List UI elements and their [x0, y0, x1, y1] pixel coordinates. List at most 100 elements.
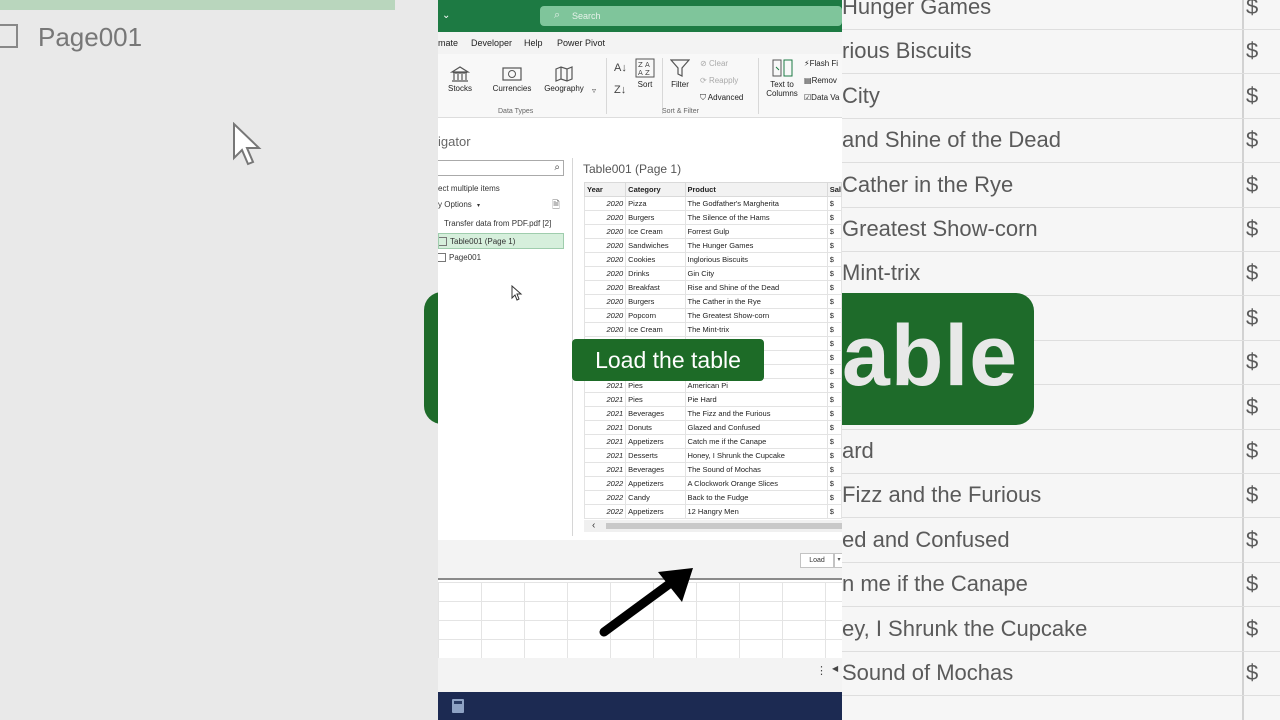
- table-row: 2022 Appetizers A Clockwork Orange Slices $: [583, 476, 842, 491]
- status-bar: ⋮ ◀: [438, 658, 842, 692]
- background-row: Mint-trix $: [842, 252, 1280, 297]
- tab-power-pivot[interactable]: Power Pivot: [557, 38, 605, 48]
- more-options-icon[interactable]: ⋮: [816, 664, 827, 677]
- table-cell-sales: $: [826, 252, 842, 267]
- table-cell-product: Rise and Shine of the Dead: [684, 280, 828, 295]
- filter-button[interactable]: Filter: [668, 58, 692, 89]
- reapply-button[interactable]: ⟳ Reapply: [700, 76, 738, 85]
- remove-duplicates-button[interactable]: ▤Remov: [804, 76, 837, 85]
- filter-label: Filter: [671, 80, 689, 89]
- table-cell-sales: $: [826, 350, 842, 365]
- table-cell-year: 2020: [583, 196, 627, 211]
- select-multiple-checkbox[interactable]: ect multiple items: [438, 184, 500, 193]
- calculator-icon[interactable]: [452, 699, 464, 713]
- advanced-button[interactable]: ⛉ Advanced: [700, 93, 743, 103]
- data-validation-label: Data Va: [811, 93, 840, 102]
- table-cell-product: Forrest Gulp: [684, 224, 828, 239]
- nav-item-label: Transfer data from PDF.pdf [2]: [444, 219, 552, 228]
- search-box[interactable]: ⌕ Search: [540, 6, 842, 26]
- currencies-button[interactable]: Currencies: [492, 66, 532, 93]
- background-row-currency: $: [1246, 482, 1259, 508]
- sort-ascending-icon[interactable]: A↓: [614, 62, 627, 74]
- load-dropdown-arrow[interactable]: ▾: [834, 553, 842, 568]
- flash-fill-button[interactable]: ⚡Flash Fi: [804, 59, 838, 68]
- nav-item-table001[interactable]: Table001 (Page 1): [438, 233, 564, 249]
- table-cell-year: 2020: [583, 280, 627, 295]
- display-options-dropdown[interactable]: y Options ▾: [438, 200, 480, 209]
- background-row: Sound of Mochas $: [842, 652, 1280, 696]
- page-icon: [438, 253, 446, 262]
- data-types-expand-icon[interactable]: ▿: [592, 86, 596, 95]
- background-row-currency: $: [1246, 82, 1259, 108]
- table-cell-sales: $: [826, 490, 842, 505]
- clear-button[interactable]: ⊘ Clear: [700, 59, 728, 68]
- table-cell-year: 2020: [583, 210, 627, 225]
- chevron-down-icon[interactable]: ⌄: [442, 10, 450, 21]
- scroll-left-icon[interactable]: ‹: [592, 520, 595, 531]
- table-cell-product: The Cather in the Rye: [684, 294, 828, 309]
- table-cell-sales: $: [826, 196, 842, 211]
- table-cell-sales: $: [826, 420, 842, 435]
- background-row-text: Sound of Mochas: [842, 660, 1014, 685]
- geography-button[interactable]: Geography: [542, 66, 586, 93]
- background-row-currency: $: [1246, 38, 1259, 64]
- table-cell-category: Appetizers: [625, 434, 686, 449]
- table-cell-product: The Hunger Games: [684, 238, 828, 253]
- table-row: 2020 Cookies Inglorious Biscuits $: [583, 252, 842, 267]
- table-cell-category: Ice Cream: [625, 224, 686, 239]
- table-cell-year: 2021: [583, 434, 627, 449]
- table-row: 2020 Breakfast Rise and Shine of the Dead $: [583, 280, 842, 295]
- background-caption-fragment: [424, 292, 438, 424]
- table-row: 2020 Ice Cream Forrest Gulp $: [583, 224, 842, 239]
- tab-help[interactable]: Help: [524, 38, 543, 48]
- table-cell-category: Beverages: [625, 462, 686, 477]
- navigator-search-input[interactable]: ⌕: [438, 160, 564, 176]
- table-cell-year: 2021: [583, 392, 627, 407]
- table-cell-sales: $: [826, 462, 842, 477]
- background-row-currency: $: [1246, 438, 1259, 463]
- table-cell-product: The Fizz and the Furious: [684, 406, 828, 421]
- table-row: 2021 Pies Pie Hard $: [583, 392, 842, 407]
- nav-item-label: Table001 (Page 1): [450, 237, 516, 246]
- background-row: ard $: [842, 430, 1280, 474]
- search-icon: ⌕: [554, 162, 560, 173]
- nav-item-file[interactable]: Transfer data from PDF.pdf [2]: [438, 216, 564, 232]
- table-cell-category: Drinks: [625, 266, 686, 281]
- tab-developer[interactable]: Developer: [471, 38, 512, 48]
- background-row-text: ed and Confused: [842, 526, 1010, 552]
- scroll-left-icon[interactable]: ◀: [832, 664, 838, 673]
- nav-item-page001[interactable]: Page001: [438, 250, 564, 266]
- stocks-button[interactable]: Stocks: [448, 66, 472, 93]
- background-row-text: Hunger Games: [842, 0, 992, 19]
- ribbon-separator: [662, 58, 663, 114]
- refresh-file-icon[interactable]: 🗎: [552, 198, 560, 215]
- tab-formulas-partial[interactable]: mate: [438, 38, 458, 48]
- table-cell-category: Desserts: [625, 448, 686, 463]
- scrollbar-thumb[interactable]: [606, 523, 842, 529]
- column-header-year[interactable]: Year: [583, 182, 627, 197]
- remove-duplicates-label: Remov: [811, 76, 837, 85]
- horizontal-scrollbar[interactable]: ‹: [584, 520, 842, 532]
- text-to-columns-button[interactable]: Text to Columns: [764, 58, 800, 98]
- pointer-arrow-icon: [599, 568, 693, 637]
- table-row: 2021 Desserts Honey, I Shrunk the Cupcake $: [583, 448, 842, 463]
- column-header-category[interactable]: Category: [625, 182, 686, 197]
- sort-icon: Z AA Z: [635, 58, 655, 78]
- table-cell-category: Breakfast: [625, 280, 686, 295]
- sort-button[interactable]: Z AA Z Sort: [634, 58, 656, 89]
- data-validation-button[interactable]: ☑Data Va: [804, 93, 839, 102]
- table-cell-product: The Greatest Show-corn: [684, 308, 828, 323]
- background-row-currency: $: [1246, 660, 1259, 685]
- column-header-sales[interactable]: Sal: [826, 182, 842, 197]
- load-button[interactable]: Load: [800, 553, 834, 568]
- table-cell-category: Pizza: [625, 196, 686, 211]
- table-cell-year: 2022: [583, 504, 627, 519]
- data-types-group-label: Data Types: [498, 108, 534, 115]
- sort-descending-icon[interactable]: Z↓: [614, 84, 626, 96]
- ribbon-tabs: mate Developer Help Power Pivot: [438, 32, 842, 54]
- table-cell-sales: $: [826, 336, 842, 351]
- column-header-product[interactable]: Product: [684, 182, 828, 197]
- table-cell-category: Burgers: [625, 294, 686, 309]
- background-left-panel: Page001: [0, 0, 438, 720]
- navigator-title: igator: [438, 134, 471, 149]
